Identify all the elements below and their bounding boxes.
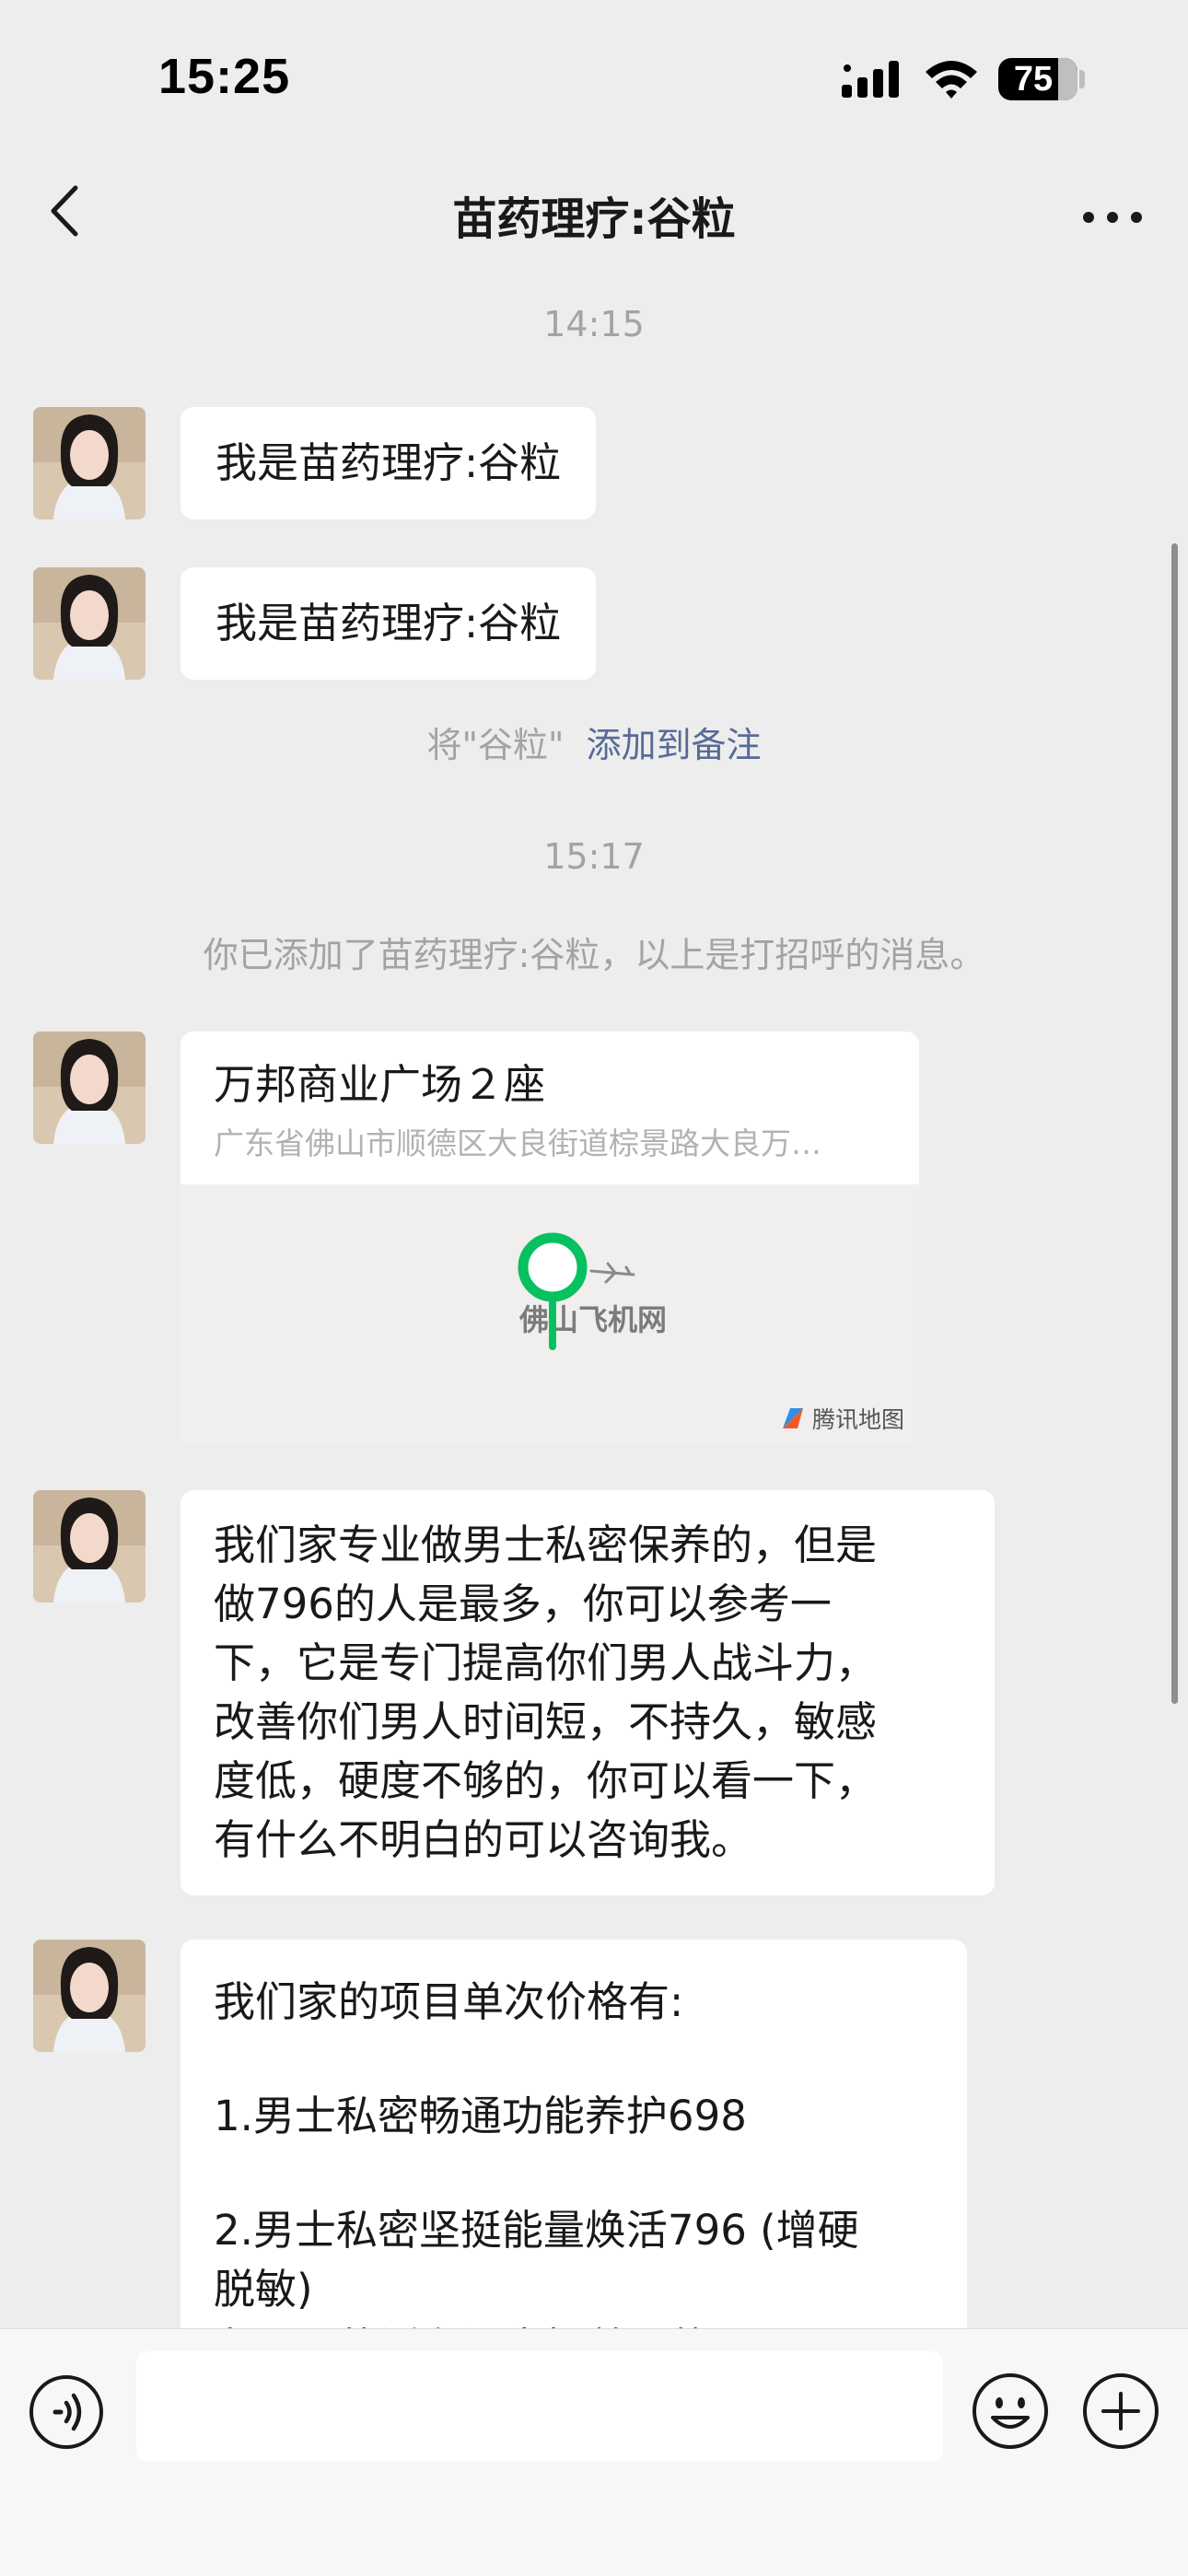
friend-added-notice: 你已添加了苗药理疗:谷粒，以上是打招呼的消息。 (203, 935, 985, 975)
signal-icon (842, 61, 899, 98)
avatar[interactable] (33, 1940, 146, 2052)
plus-icon[interactable] (1081, 2372, 1160, 2451)
remark-prefix: 将"谷粒" (426, 725, 565, 765)
time-divider: 15:17 (543, 836, 645, 877)
message-input[interactable] (136, 2351, 943, 2462)
time-divider: 14:15 (543, 304, 645, 344)
message-line: 我们家专业做男士私密保养的，但是 (214, 1521, 878, 1569)
location-map[interactable]: 佛山飞机网 腾讯地图 (181, 1184, 919, 1444)
message-line: 做796的人是最多，你可以参考一 (214, 1579, 832, 1628)
message-bubble[interactable]: 我是苗药理疗:谷粒 (181, 567, 597, 680)
plane-icon (589, 1262, 635, 1284)
chat-area[interactable]: 14:15 我是苗药理疗:谷粒 我是苗药理疗:谷粒 将"谷粒" 添加到备注 15:… (0, 267, 1188, 2330)
battery-tip (1079, 70, 1085, 88)
message-bubble[interactable]: 我是苗药理疗:谷粒 (181, 407, 597, 519)
voice-icon[interactable] (28, 2373, 105, 2451)
message-line: 下，它是专门提高你们男人战斗力， (214, 1638, 878, 1687)
chat-title: 苗药理疗:谷粒 (452, 193, 736, 245)
avatar[interactable] (33, 407, 146, 519)
status-time: 15:25 (158, 49, 291, 104)
avatar-photo-icon (33, 1032, 146, 1144)
remark-note: 将"谷粒" 添加到备注 (0, 717, 1188, 767)
location-card[interactable]: 万邦商业广场２座 广东省佛山市顺德区大良街道棕景路大良万… 佛山飞机网 腾讯地图 (181, 1032, 919, 1444)
avatar[interactable] (33, 1032, 146, 1144)
nav-bar: 苗药理疗:谷粒 (0, 157, 1188, 267)
battery-icon: 75 (998, 58, 1077, 100)
message-bubble[interactable]: 我们家专业做男士私密保养的，但是 做796的人是最多，你可以参考一 下，它是专门… (181, 1490, 995, 1895)
map-pin-icon (518, 1232, 588, 1350)
input-bar (0, 2328, 1188, 2576)
location-name: 万邦商业广场２座 (214, 1060, 546, 1109)
avatar-photo-icon (33, 567, 146, 680)
map-brand: 腾讯地图 (779, 1402, 904, 1435)
message-line: 有什么不明白的可以咨询我。 (214, 1815, 753, 1864)
battery-percent: 75 (1013, 60, 1054, 99)
message-line: 脱敏) (214, 2265, 313, 2314)
message-bubble[interactable]: 我们家的项目单次价格有: 1.男士私密畅通功能养护698 2.男士私密坚挺能量焕… (181, 1940, 967, 2330)
avatar[interactable] (33, 567, 146, 680)
location-address: 广东省佛山市顺德区大良街道棕景路大良万… (214, 1125, 821, 1161)
status-bar: 15:25 75 (0, 0, 1188, 157)
map-brand-text: 腾讯地图 (811, 1406, 904, 1433)
scrollbar[interactable] (1171, 543, 1178, 1704)
avatar-photo-icon (33, 1490, 146, 1603)
message-line: 1.男士私密畅通功能养护698 (214, 2092, 747, 2140)
message-text: 我是苗药理疗:谷粒 (215, 438, 562, 487)
message-line: 改善你们男人时间短，不持久，敏感 (214, 1697, 878, 1746)
message-line: 2.男士私密坚挺能量焕活796 (增硬 (214, 2206, 859, 2255)
more-dots-icon[interactable] (1076, 182, 1149, 241)
avatar-photo-icon (33, 1940, 146, 2052)
add-remark-link[interactable]: 添加到备注 (586, 725, 761, 765)
message-line: 我们家的项目单次价格有: (214, 1977, 684, 2026)
tencent-map-logo-icon (782, 1408, 803, 1428)
emoji-icon[interactable] (971, 2372, 1050, 2451)
message-line: 度低，硬度不够的，你可以看一下， (214, 1756, 878, 1805)
message-text: 我是苗药理疗:谷粒 (215, 599, 562, 647)
avatar[interactable] (33, 1490, 146, 1603)
avatar-photo-icon (33, 407, 146, 519)
wifi-icon (926, 61, 977, 99)
